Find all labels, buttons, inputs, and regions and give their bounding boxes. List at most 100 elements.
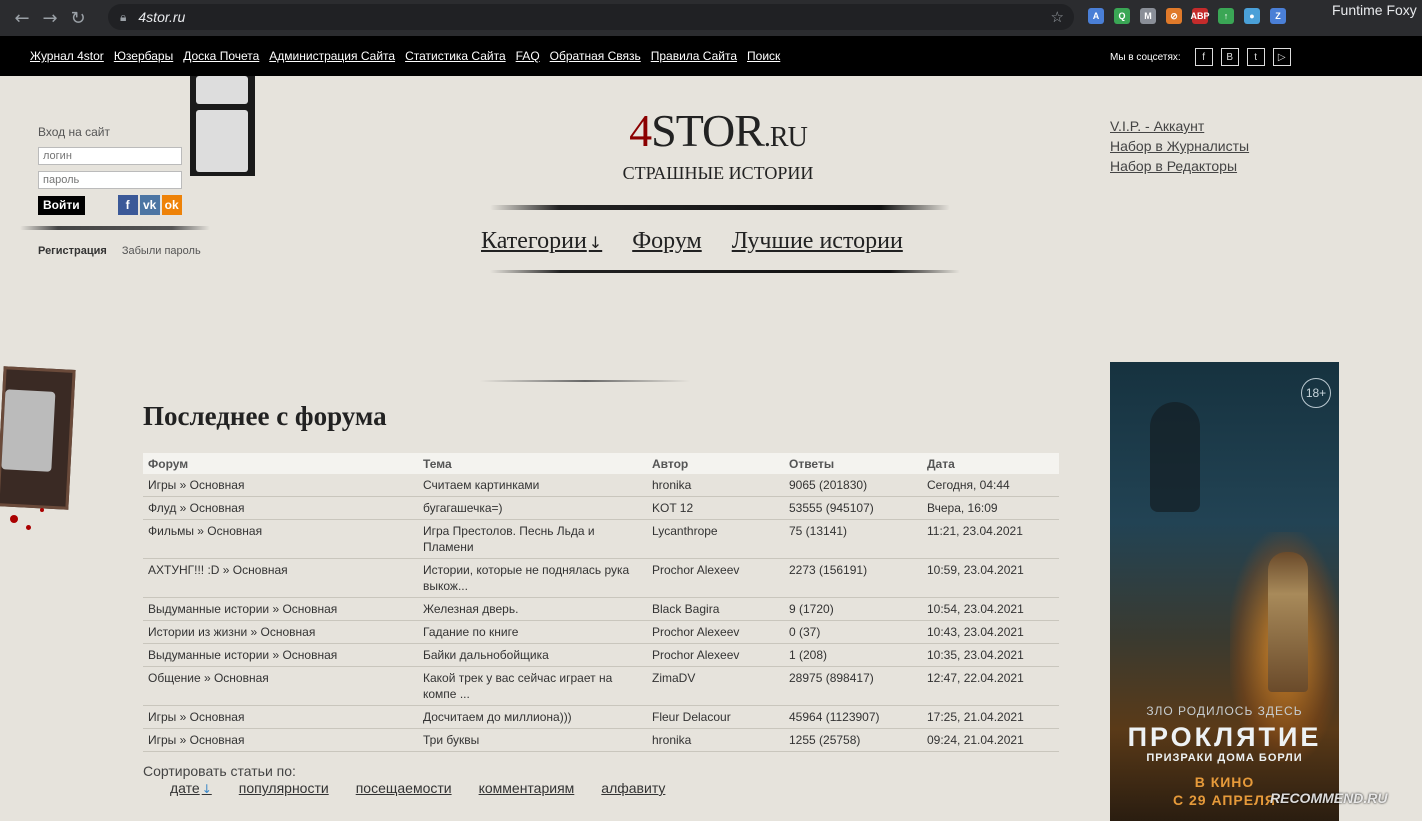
top-menu-link[interactable]: FAQ [516, 49, 540, 63]
orange-extension-icon[interactable]: ⊘ [1166, 8, 1182, 24]
replies-cell: 45964 (1123907) [784, 705, 922, 729]
login-button[interactable]: Войти [38, 195, 85, 215]
forum-cell[interactable]: Общение » Основная [143, 666, 418, 706]
author-cell[interactable]: Prochor Alexeev [647, 558, 784, 598]
topic-cell[interactable]: Железная дверь. [418, 597, 647, 621]
sort-by-date-label: дате [170, 780, 200, 796]
facebook-login-icon[interactable]: f [117, 195, 138, 215]
profile-name[interactable]: Funtime Foxy [1332, 2, 1417, 18]
topic-cell[interactable]: Гадание по книге [418, 620, 647, 644]
topic-cell[interactable]: Три буквы [418, 728, 647, 752]
sort-by-date[interactable]: дате ↓ [170, 780, 212, 796]
topic-cell[interactable]: Истории, которые не поднялась рука выкож… [418, 558, 647, 598]
journalists-link[interactable]: Набор в Журналисты [1110, 136, 1249, 156]
forum-cell[interactable]: Игры » Основная [143, 728, 418, 752]
author-cell[interactable]: hronika [647, 728, 784, 752]
vk-icon[interactable]: В [1220, 48, 1239, 66]
nav-categories[interactable]: Категории ↓ [481, 228, 602, 255]
top-menu-link[interactable]: Обратная Связь [550, 49, 641, 63]
facebook-icon[interactable]: f [1194, 48, 1213, 66]
translate-icon[interactable]: A [1088, 8, 1104, 24]
z-extension-icon[interactable]: Z [1270, 8, 1286, 24]
movie-advertisement[interactable]: 18+ ЗЛО РОДИЛОСЬ ЗДЕСЬ ПРОКЛЯТИЕ ПРИЗРАК… [1110, 362, 1339, 821]
date-cell: 10:43, 23.04.2021 [922, 620, 1059, 644]
address-bar[interactable]: 🔒︎ 4stor.ru ☆ [108, 4, 1074, 30]
author-cell[interactable]: Fleur Delacour [647, 705, 784, 729]
drop-extension-icon[interactable]: ● [1244, 8, 1260, 24]
brush-divider [490, 270, 960, 273]
replies-cell: 9 (1720) [784, 597, 922, 621]
green-extension-icon[interactable]: ↑ [1218, 8, 1234, 24]
author-cell[interactable]: KOT 12 [647, 496, 784, 520]
password-input[interactable] [38, 171, 182, 189]
forum-cell[interactable]: Игры » Основная [143, 474, 418, 497]
top-menu-link[interactable]: Правила Сайта [651, 49, 737, 63]
top-menu-item: FAQ [516, 47, 540, 65]
forum-cell[interactable]: АХТУНГ!!! :D » Основная [143, 558, 418, 598]
m-extension-icon[interactable]: M [1140, 8, 1156, 24]
author-cell[interactable]: ZimaDV [647, 666, 784, 706]
forum-cell[interactable]: Игры » Основная [143, 705, 418, 729]
twitter-icon[interactable]: t [1246, 48, 1265, 66]
youtube-icon[interactable]: ▷ [1272, 48, 1291, 66]
table-row: Игры » Основная Три буквы hronika 1255 (257… [143, 728, 1059, 752]
author-cell[interactable]: Prochor Alexeev [647, 620, 784, 644]
forgot-password-link[interactable]: Забыли пароль [122, 245, 201, 257]
forum-cell[interactable]: Истории из жизни » Основная [143, 620, 418, 644]
topic-cell[interactable]: Байки дальнобойщика [418, 643, 647, 667]
vk-login-icon[interactable]: vk [139, 195, 160, 215]
top-menu-item: Юзербары [114, 47, 173, 65]
side-illustration [0, 366, 76, 510]
forum-cell[interactable]: Флуд » Основная [143, 496, 418, 520]
topic-cell[interactable]: Считаем картинками [418, 474, 647, 497]
adblock-icon[interactable]: ABP [1191, 8, 1210, 24]
header-author: Автор [647, 453, 784, 474]
bookmark-star-icon[interactable]: ☆ [1051, 8, 1064, 26]
back-icon[interactable]: ← [8, 4, 36, 32]
topic-cell[interactable]: Игра Престолов. Песнь Льда и Пламени [418, 519, 647, 559]
forward-icon[interactable]: → [36, 4, 64, 32]
topic-cell[interactable]: бугагашечка=) [418, 496, 647, 520]
forum-cell[interactable]: Фильмы » Основная [143, 519, 418, 559]
replies-cell: 0 (37) [784, 620, 922, 644]
editors-link[interactable]: Набор в Редакторы [1110, 156, 1249, 176]
sort-by-alphabet[interactable]: алфавиту [601, 780, 665, 796]
forum-cell[interactable]: Выдуманные истории » Основная [143, 643, 418, 667]
blood-splatter [26, 525, 31, 530]
login-input[interactable] [38, 147, 182, 165]
date-cell: 09:24, 21.04.2021 [922, 728, 1059, 752]
vip-account-link[interactable]: V.I.P. - Аккаунт [1110, 116, 1249, 136]
site-logo[interactable]: 4STOR.RU СТРАШНЫЕ ИСТОРИИ [608, 108, 828, 184]
topic-cell[interactable]: Какой трек у вас сейчас играет на компе … [418, 666, 647, 706]
top-menu-link[interactable]: Статистика Сайта [405, 49, 506, 63]
author-cell[interactable]: Lycanthrope [647, 519, 784, 559]
forum-cell[interactable]: Выдуманные истории » Основная [143, 597, 418, 621]
date-cell: 12:47, 22.04.2021 [922, 666, 1059, 706]
top-menu-link[interactable]: Доска Почета [183, 49, 259, 63]
replies-cell: 75 (13141) [784, 519, 922, 559]
reload-icon[interactable]: ↻ [64, 4, 92, 32]
author-cell[interactable]: Prochor Alexeev [647, 643, 784, 667]
table-row: АХТУНГ!!! :D » Основная Истории, которые … [143, 558, 1059, 598]
author-cell[interactable]: Black Bagira [647, 597, 784, 621]
date-cell: 11:21, 23.04.2021 [922, 519, 1059, 559]
topic-cell[interactable]: Досчитаем до миллиона))) [418, 705, 647, 729]
sort-by-visits[interactable]: посещаемости [356, 780, 452, 796]
logo-domain: .RU [763, 122, 808, 153]
author-cell[interactable]: hronika [647, 474, 784, 497]
nav-forum[interactable]: Форум [632, 228, 702, 255]
top-menu-item: Обратная Связь [550, 47, 641, 65]
sort-by-popularity[interactable]: популярности [239, 780, 329, 796]
top-menu-link[interactable]: Поиск [747, 49, 780, 63]
sort-options: дате ↓ популярности посещаемости коммента… [170, 780, 665, 796]
date-cell: Вчера, 16:09 [922, 496, 1059, 520]
register-link[interactable]: Регистрация [38, 245, 107, 257]
logo-tagline: СТРАШНЫЕ ИСТОРИИ [622, 163, 814, 183]
top-menu-link[interactable]: Администрация Сайта [269, 49, 395, 63]
sort-by-comments[interactable]: комментариям [479, 780, 575, 796]
top-menu-link[interactable]: Юзербары [114, 49, 173, 63]
odnoklassniki-login-icon[interactable]: ok [161, 195, 182, 215]
q-extension-icon[interactable]: Q [1114, 8, 1130, 24]
top-menu-link[interactable]: Журнал 4stor [30, 49, 104, 63]
nav-best-stories[interactable]: Лучшие истории [732, 228, 903, 255]
